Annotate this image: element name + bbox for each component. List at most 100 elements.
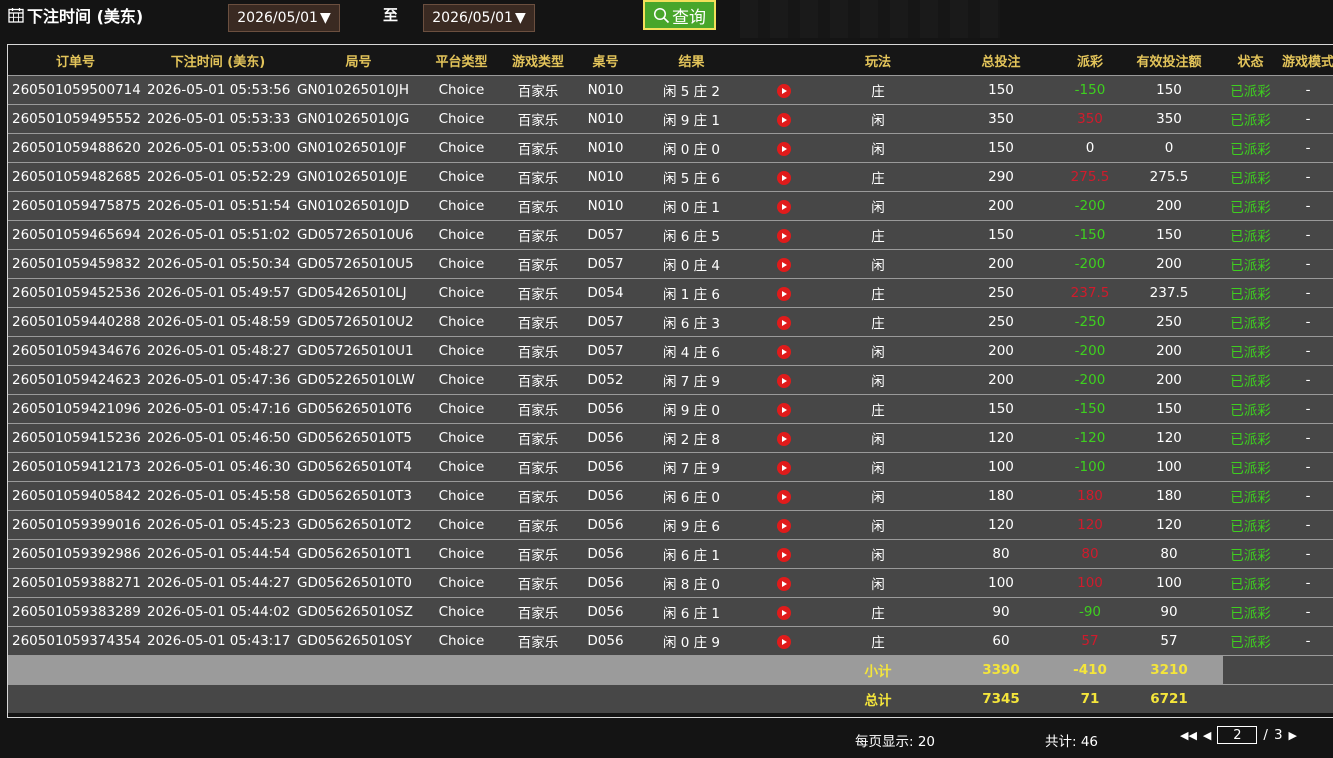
table-id: N010	[577, 162, 634, 192]
filter-title-text: 下注时间 (美东)	[27, 7, 144, 26]
game-mode: -	[1278, 365, 1333, 395]
round-id: GN010265010JG	[293, 104, 424, 134]
play-video-icon[interactable]	[777, 519, 791, 533]
bet-time: 2026-05-01 05:49:57	[143, 278, 293, 308]
play-video-icon[interactable]	[777, 171, 791, 185]
column-header: 结果	[634, 45, 749, 76]
subtotal-valid-bet: 3210	[1115, 655, 1223, 685]
subtotal-label: 小计	[819, 655, 937, 685]
game-mode: -	[1278, 336, 1333, 366]
play-video-icon[interactable]	[777, 635, 791, 649]
game-type: 百家乐	[499, 162, 577, 192]
play-video-icon[interactable]	[777, 403, 791, 417]
replay-cell	[749, 191, 819, 221]
table-id: D057	[577, 336, 634, 366]
status: 已派彩	[1223, 394, 1278, 424]
play-video-icon[interactable]	[777, 461, 791, 475]
play-video-icon[interactable]	[777, 287, 791, 301]
order-id: 260501059475875	[8, 191, 143, 221]
replay-cell	[749, 394, 819, 424]
total-bet: 200	[937, 249, 1065, 279]
date-from-select[interactable]: 2026/05/01 ▼	[228, 4, 340, 32]
round-id: GD056265010T6	[293, 394, 424, 424]
status: 已派彩	[1223, 597, 1278, 627]
bet-time: 2026-05-01 05:53:33	[143, 104, 293, 134]
play-video-icon[interactable]	[777, 200, 791, 214]
page-number-input[interactable]	[1217, 726, 1258, 744]
play-video-icon[interactable]	[777, 577, 791, 591]
payout: -150	[1065, 75, 1115, 105]
bet-records-table-container[interactable]: 订单号 下注时间 (美东) 局号 平台类型 游戏类型 桌号 结果 玩法 总投注 派彩 有效投注额 状态…	[7, 44, 1333, 718]
valid-bet: 200	[1115, 191, 1223, 221]
play-video-icon[interactable]	[777, 345, 791, 359]
total-label: 总计	[819, 684, 937, 713]
table-id: D054	[577, 278, 634, 308]
next-page-button[interactable]: ▶	[1289, 729, 1297, 742]
valid-bet: 150	[1115, 220, 1223, 250]
payout: -90	[1065, 597, 1115, 627]
search-button[interactable]: 查询	[643, 0, 716, 30]
payout: 180	[1065, 481, 1115, 511]
play-video-icon[interactable]	[777, 606, 791, 620]
replay-cell	[749, 626, 819, 656]
payout: -250	[1065, 307, 1115, 337]
play-video-icon[interactable]	[777, 490, 791, 504]
play-video-icon[interactable]	[777, 229, 791, 243]
date-to-select[interactable]: 2026/05/01 ▼	[423, 4, 535, 32]
play-type: 闲	[819, 191, 937, 221]
play-type: 庄	[819, 307, 937, 337]
table-id: D056	[577, 510, 634, 540]
column-header: 局号	[293, 45, 424, 76]
game-type: 百家乐	[499, 220, 577, 250]
table-id: D057	[577, 220, 634, 250]
result: 闲 6 庄 0	[634, 481, 749, 511]
calendar-icon	[8, 8, 24, 23]
result: 闲 7 庄 9	[634, 452, 749, 482]
subtotal-blank-end	[1223, 655, 1333, 685]
total-bet: 200	[937, 336, 1065, 366]
game-mode: -	[1278, 510, 1333, 540]
table-row: 260501059421096 2026-05-01 05:47:16 GD0562…	[8, 394, 1333, 424]
bet-time: 2026-05-01 05:46:30	[143, 452, 293, 482]
bet-time: 2026-05-01 05:53:56	[143, 75, 293, 105]
round-id: GD057265010U5	[293, 249, 424, 279]
play-video-icon[interactable]	[777, 84, 791, 98]
table-row: 260501059475875 2026-05-01 05:51:54 GN0102…	[8, 191, 1333, 221]
result: 闲 4 庄 6	[634, 336, 749, 366]
prev-page-button[interactable]: ◀	[1203, 729, 1211, 742]
table-id: D056	[577, 597, 634, 627]
order-id: 260501059482685	[8, 162, 143, 192]
table-id: D056	[577, 481, 634, 511]
table-row: 260501059415236 2026-05-01 05:46:50 GD0562…	[8, 423, 1333, 453]
platform-type: Choice	[424, 162, 499, 192]
play-video-icon[interactable]	[777, 316, 791, 330]
total-bet: 200	[937, 191, 1065, 221]
replay-cell	[749, 597, 819, 627]
game-mode: -	[1278, 191, 1333, 221]
play-video-icon[interactable]	[777, 258, 791, 272]
first-page-button[interactable]: ◀◀	[1180, 729, 1197, 742]
platform-type: Choice	[424, 220, 499, 250]
chevron-down-icon: ▼	[514, 10, 526, 26]
bet-time: 2026-05-01 05:47:16	[143, 394, 293, 424]
result: 闲 0 庄 0	[634, 133, 749, 163]
play-video-icon[interactable]	[777, 432, 791, 446]
play-video-icon[interactable]	[777, 374, 791, 388]
total-bet: 150	[937, 394, 1065, 424]
replay-cell	[749, 539, 819, 569]
play-video-icon[interactable]	[777, 142, 791, 156]
game-type: 百家乐	[499, 452, 577, 482]
play-type: 庄	[819, 597, 937, 627]
total-bet: 150	[937, 220, 1065, 250]
column-header: 平台类型	[424, 45, 499, 76]
bet-time: 2026-05-01 05:47:36	[143, 365, 293, 395]
replay-cell	[749, 75, 819, 105]
result: 闲 9 庄 6	[634, 510, 749, 540]
round-id: GD056265010T0	[293, 568, 424, 598]
play-video-icon[interactable]	[777, 548, 791, 562]
status: 已派彩	[1223, 568, 1278, 598]
game-type: 百家乐	[499, 423, 577, 453]
play-video-icon[interactable]	[777, 113, 791, 127]
game-type: 百家乐	[499, 539, 577, 569]
total-bet: 290	[937, 162, 1065, 192]
